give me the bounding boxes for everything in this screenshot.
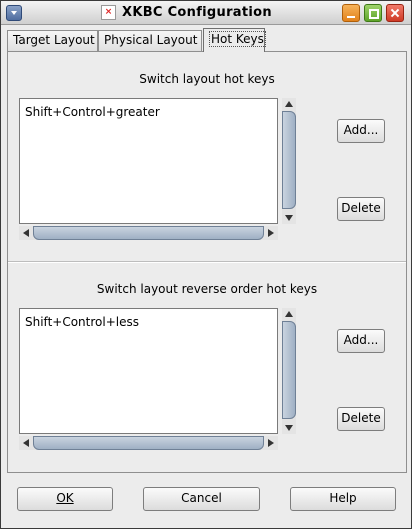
switch-hotkeys-list[interactable]: Shift+Control+greater [19, 98, 278, 224]
scroll-thumb[interactable] [33, 436, 264, 450]
delete-reverse-hotkey-button[interactable]: Delete [337, 407, 385, 431]
title-bar[interactable]: × XKBC Configuration [1, 1, 411, 25]
dialog-button-bar: OK Cancel Help [1, 477, 411, 528]
reverse-hotkeys-hscrollbar[interactable] [19, 436, 278, 450]
help-label: Help [329, 491, 357, 505]
minimize-icon[interactable] [342, 4, 360, 22]
add-hotkey-button[interactable]: Add... [337, 119, 385, 143]
scroll-thumb[interactable] [33, 226, 264, 240]
scroll-down-icon[interactable] [285, 215, 293, 221]
help-button[interactable]: Help [290, 487, 396, 511]
scroll-up-icon[interactable] [285, 311, 293, 317]
switch-hotkeys-title: Switch layout hot keys [139, 72, 275, 86]
switch-hotkeys-hscrollbar[interactable] [19, 226, 278, 240]
ok-button[interactable]: OK [17, 487, 113, 511]
scroll-left-icon[interactable] [23, 439, 29, 447]
list-item[interactable]: Shift+Control+less [25, 315, 272, 329]
reverse-hotkeys-vscrollbar[interactable] [282, 308, 296, 434]
switch-hotkeys-vscrollbar[interactable] [282, 98, 296, 224]
tab-target-layout[interactable]: Target Layout [7, 30, 98, 51]
scroll-thumb[interactable] [282, 111, 296, 209]
scroll-thumb[interactable] [282, 321, 296, 419]
tab-hot-keys[interactable]: Hot Keys [203, 28, 266, 52]
reverse-hotkeys-title: Switch layout reverse order hot keys [96, 282, 318, 296]
scroll-down-icon[interactable] [285, 425, 293, 431]
tab-physical-layout[interactable]: Physical Layout [98, 30, 202, 51]
reverse-hotkeys-list[interactable]: Shift+Control+less [19, 308, 278, 434]
delete-hotkey-button[interactable]: Delete [337, 197, 385, 221]
add-reverse-hotkey-button[interactable]: Add... [337, 329, 385, 353]
cancel-label: Cancel [181, 491, 222, 505]
maximize-icon[interactable] [364, 4, 382, 22]
hot-keys-panel: Switch layout hot keys Shift+Control+gre… [7, 51, 407, 473]
app-icon: × [101, 5, 116, 20]
tab-hot-keys-label: Hot Keys [209, 31, 266, 47]
cancel-button[interactable]: Cancel [143, 487, 260, 511]
scroll-up-icon[interactable] [285, 101, 293, 107]
window-title: XKBC Configuration [122, 5, 272, 20]
scroll-right-icon[interactable] [268, 439, 274, 447]
scroll-left-icon[interactable] [23, 229, 29, 237]
close-icon[interactable] [386, 4, 404, 22]
config-window: × XKBC Configuration Target Layout Physi… [0, 0, 412, 529]
ok-label: OK [56, 491, 74, 505]
section-divider [8, 261, 406, 263]
window-menu-icon[interactable] [6, 5, 22, 21]
list-item[interactable]: Shift+Control+greater [25, 105, 272, 119]
scroll-right-icon[interactable] [268, 229, 274, 237]
